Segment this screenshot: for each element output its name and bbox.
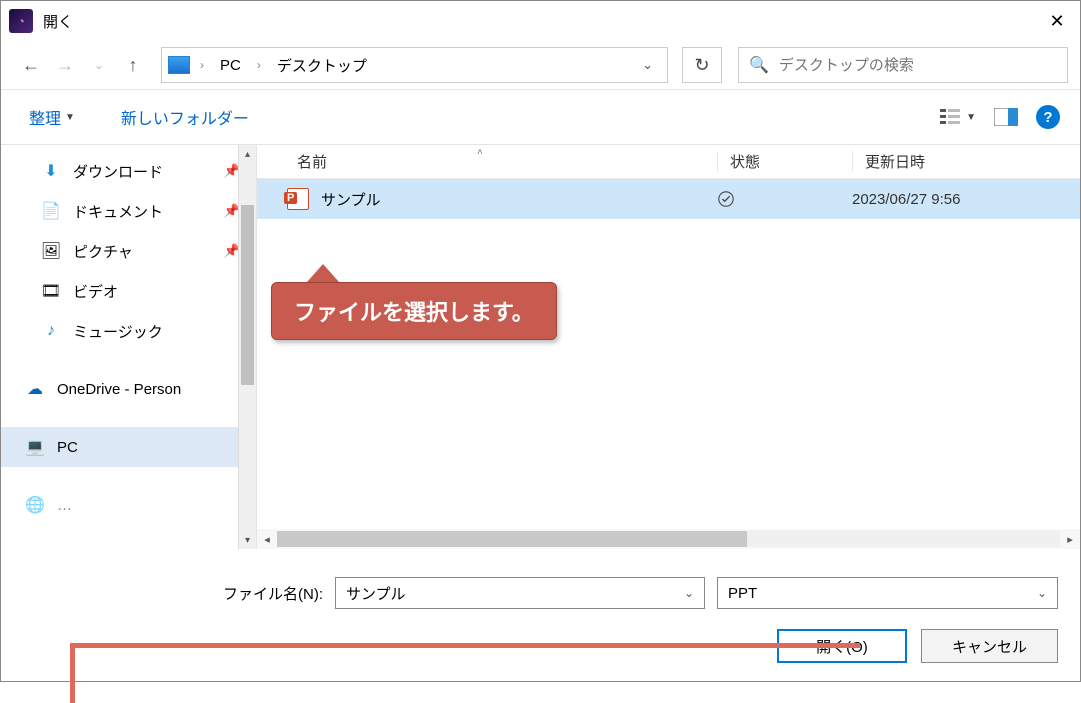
pictures-icon: 🖼 bbox=[41, 241, 61, 261]
back-button[interactable]: ← bbox=[17, 51, 45, 79]
preview-pane-icon bbox=[994, 108, 1018, 126]
new-folder-label: 新しいフォルダー bbox=[121, 105, 249, 129]
file-modified: 2023/06/27 9:56 bbox=[852, 191, 1080, 208]
horizontal-scrollbar[interactable]: ◂ ▸ bbox=[257, 529, 1080, 549]
synced-check-icon bbox=[717, 190, 735, 208]
file-list: サンプル 2023/06/27 9:56 ファイルを選択します。 bbox=[257, 179, 1080, 529]
open-dialog: ◔ 開く ✕ ← → ⌄ ↑ › PC › デスクトップ ⌄ ↻ 🔍 整理 ▼ bbox=[0, 0, 1081, 682]
column-headers: 名前˄ 状態 更新日時 bbox=[257, 145, 1080, 179]
bottom-panel: ファイル名(N): サンプル ⌄ PPT ⌄ 開く(O) キャンセル bbox=[1, 549, 1080, 681]
filetype-filter[interactable]: PPT ⌄ bbox=[717, 577, 1058, 609]
callout-arrow-icon bbox=[307, 264, 339, 282]
onedrive-icon: ☁ bbox=[25, 379, 45, 399]
titlebar: ◔ 開く ✕ bbox=[1, 1, 1080, 41]
file-state bbox=[717, 190, 852, 208]
chevron-down-icon[interactable]: ⌄ bbox=[1037, 586, 1047, 600]
col-name[interactable]: 名前˄ bbox=[257, 151, 717, 172]
scroll-thumb[interactable] bbox=[241, 205, 254, 385]
breadcrumb[interactable]: › PC › デスクトップ ⌄ bbox=[161, 47, 668, 83]
search-input[interactable] bbox=[779, 57, 1057, 74]
network-icon: 🌐 bbox=[25, 495, 45, 515]
powerpoint-icon bbox=[287, 188, 309, 210]
sidebar-scrollbar[interactable]: ▴ ▾ bbox=[238, 145, 256, 549]
sidebar-item-pc[interactable]: 💻 PC bbox=[1, 427, 256, 467]
cancel-button[interactable]: キャンセル bbox=[921, 629, 1058, 663]
sidebar-item-label: ミュージック bbox=[73, 321, 163, 342]
sidebar: ⬇ ダウンロード 📌 📄 ドキュメント 📌 🖼 ピクチャ 📌 🎞 ビデオ ♪ ミ… bbox=[1, 145, 257, 549]
view-menu[interactable]: ▼ bbox=[940, 108, 976, 126]
new-folder-button[interactable]: 新しいフォルダー bbox=[113, 99, 257, 135]
sort-asc-icon: ˄ bbox=[477, 147, 483, 158]
chevron-down-icon[interactable]: ⌄ bbox=[634, 57, 661, 73]
sidebar-item-downloads[interactable]: ⬇ ダウンロード 📌 bbox=[1, 151, 256, 191]
open-button[interactable]: 開く(O) bbox=[777, 629, 907, 663]
sidebar-item-label: PC bbox=[57, 439, 78, 456]
filename-combo[interactable]: サンプル ⌄ bbox=[335, 577, 705, 609]
search-box[interactable]: 🔍 bbox=[738, 47, 1068, 83]
sidebar-item-label: … bbox=[57, 497, 72, 514]
scroll-right-icon[interactable]: ▸ bbox=[1060, 533, 1080, 546]
desktop-icon bbox=[168, 56, 190, 74]
history-dropdown[interactable]: ⌄ bbox=[85, 51, 113, 79]
search-icon: 🔍 bbox=[749, 55, 769, 75]
nav-row: ← → ⌄ ↑ › PC › デスクトップ ⌄ ↻ 🔍 bbox=[1, 41, 1080, 89]
crumb-pc[interactable]: PC bbox=[214, 55, 247, 76]
list-view-icon bbox=[940, 108, 962, 126]
body: ⬇ ダウンロード 📌 📄 ドキュメント 📌 🖼 ピクチャ 📌 🎞 ビデオ ♪ ミ… bbox=[1, 145, 1080, 549]
app-icon: ◔ bbox=[9, 9, 33, 33]
sidebar-item-pictures[interactable]: 🖼 ピクチャ 📌 bbox=[1, 231, 256, 271]
filename-value: サンプル bbox=[346, 583, 406, 604]
crumb-location[interactable]: デスクトップ bbox=[271, 53, 373, 78]
col-state[interactable]: 状態 bbox=[717, 151, 852, 172]
annotation-callout: ファイルを選択します。 bbox=[271, 264, 557, 340]
scroll-track[interactable] bbox=[277, 531, 1060, 547]
videos-icon: 🎞 bbox=[41, 281, 61, 301]
file-pane: 名前˄ 状態 更新日時 サンプル 2023/06/27 9:56 bbox=[257, 145, 1080, 549]
up-button[interactable]: ↑ bbox=[119, 51, 147, 79]
sidebar-item-documents[interactable]: 📄 ドキュメント 📌 bbox=[1, 191, 256, 231]
preview-pane-button[interactable] bbox=[994, 108, 1018, 126]
documents-icon: 📄 bbox=[41, 201, 61, 221]
sidebar-item-music[interactable]: ♪ ミュージック bbox=[1, 311, 256, 351]
file-name: サンプル bbox=[321, 189, 381, 210]
col-modified[interactable]: 更新日時 bbox=[852, 151, 1080, 172]
sidebar-item-videos[interactable]: 🎞 ビデオ bbox=[1, 271, 256, 311]
callout-text: ファイルを選択します。 bbox=[271, 282, 557, 340]
dialog-title: 開く bbox=[43, 11, 73, 32]
music-icon: ♪ bbox=[41, 321, 61, 341]
sidebar-item-label: ダウンロード bbox=[73, 161, 163, 182]
chevron-right-icon: › bbox=[194, 58, 210, 72]
sidebar-item-onedrive[interactable]: ☁ OneDrive - Person bbox=[1, 369, 256, 409]
organize-menu[interactable]: 整理 ▼ bbox=[21, 99, 83, 135]
downloads-icon: ⬇ bbox=[41, 161, 61, 181]
chevron-down-icon: ▼ bbox=[966, 112, 976, 123]
scroll-up-icon[interactable]: ▴ bbox=[239, 145, 256, 163]
scroll-left-icon[interactable]: ◂ bbox=[257, 533, 277, 546]
filter-value: PPT bbox=[728, 585, 757, 602]
organize-label: 整理 bbox=[29, 105, 61, 129]
help-button[interactable]: ? bbox=[1036, 105, 1060, 129]
filename-label: ファイル名(N): bbox=[23, 583, 323, 604]
chevron-right-icon: › bbox=[251, 58, 267, 72]
sidebar-item-label: ピクチャ bbox=[73, 241, 133, 262]
sidebar-item-label: OneDrive - Person bbox=[57, 381, 181, 398]
scroll-thumb[interactable] bbox=[277, 531, 747, 547]
scroll-down-icon[interactable]: ▾ bbox=[239, 531, 256, 549]
forward-button[interactable]: → bbox=[51, 51, 79, 79]
file-row[interactable]: サンプル 2023/06/27 9:56 bbox=[257, 179, 1080, 219]
sidebar-item-label: ビデオ bbox=[73, 281, 118, 302]
sidebar-item-network[interactable]: 🌐 … bbox=[1, 485, 256, 525]
sidebar-item-label: ドキュメント bbox=[73, 201, 163, 222]
refresh-button[interactable]: ↻ bbox=[682, 47, 722, 83]
toolbar: 整理 ▼ 新しいフォルダー ▼ ? bbox=[1, 89, 1080, 145]
close-button[interactable]: ✕ bbox=[1034, 1, 1080, 41]
chevron-down-icon: ▼ bbox=[65, 112, 75, 123]
pc-icon: 💻 bbox=[25, 437, 45, 457]
chevron-down-icon[interactable]: ⌄ bbox=[684, 586, 694, 600]
